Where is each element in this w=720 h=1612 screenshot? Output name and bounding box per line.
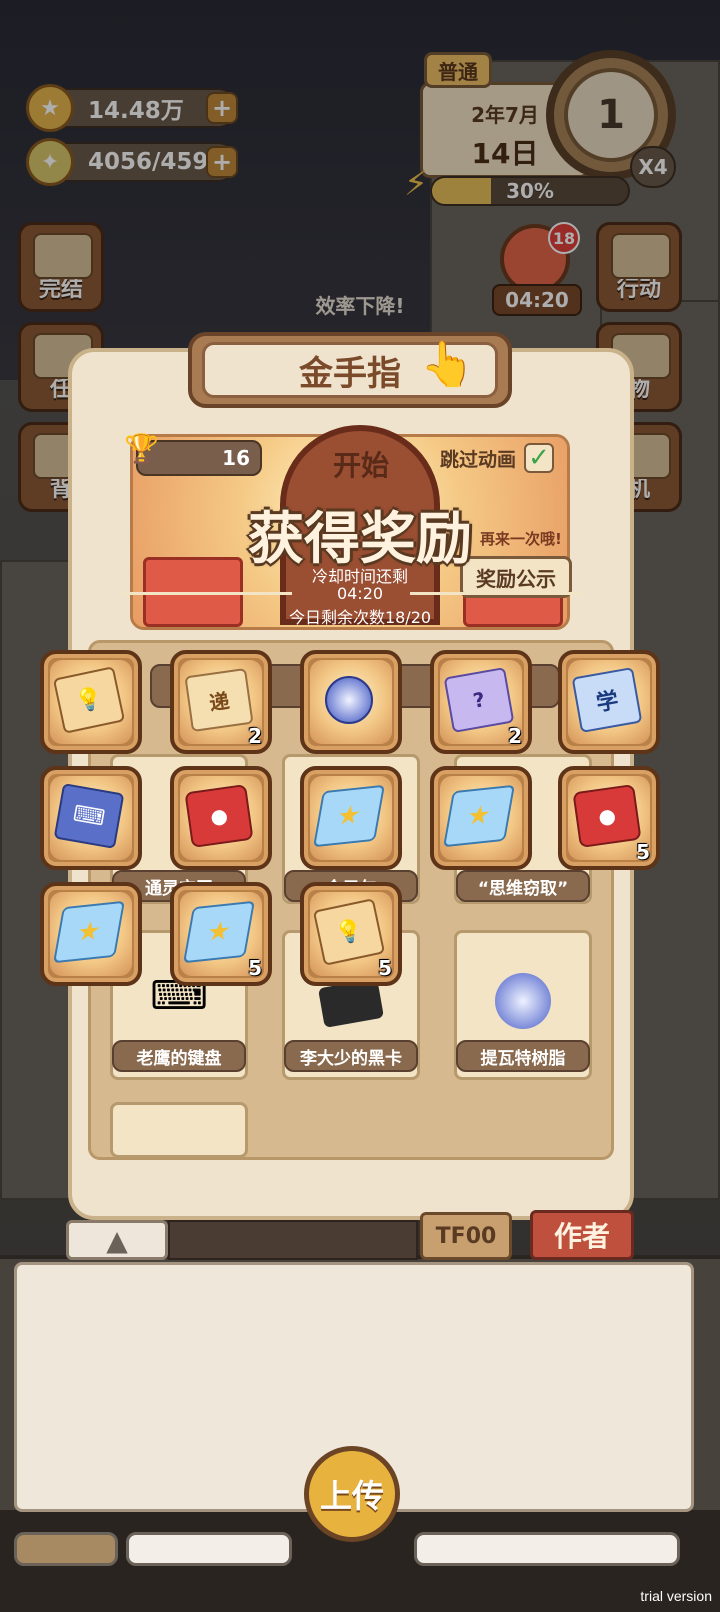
upload-button[interactable]: 上传 [304, 1446, 400, 1542]
cooldown-time: 04:20 [336, 584, 384, 603]
star-ticket-icon: ★ [53, 900, 125, 964]
snack-bag-icon: ● [572, 783, 642, 849]
tab-code[interactable]: TF00 [420, 1212, 512, 1260]
reward-count: 2 [508, 724, 522, 748]
item-card[interactable] [110, 1102, 248, 1158]
bottom-slot-right[interactable] [414, 1532, 680, 1566]
watermark: trial version [640, 1588, 712, 1604]
banner-divider-left [122, 592, 292, 595]
scroll-up-button[interactable]: ▲ [66, 1220, 168, 1260]
reward-item-slot[interactable]: 递2 [170, 650, 272, 754]
bottom-slot-left[interactable] [14, 1532, 118, 1566]
reward-count: 2 [248, 724, 262, 748]
author-tab[interactable]: 作者 [530, 1210, 634, 1260]
bottom-slot-mid[interactable] [126, 1532, 292, 1566]
keyboard-icon: ⌨ [53, 783, 125, 849]
skip-animation-toggle[interactable]: 跳过动画 ✓ [440, 440, 555, 476]
reward-count: 5 [378, 956, 392, 980]
reward-item-slot[interactable]: ? 2 [430, 650, 532, 754]
reward-count: 5 [248, 956, 262, 980]
resin-orb-icon [495, 973, 551, 1029]
item-card-label: “思维窃取” [456, 870, 590, 902]
delivery-ticket-icon: 递 [184, 667, 254, 733]
reward-count: 5 [636, 840, 650, 864]
mystery-ticket-icon: ? [443, 667, 515, 733]
pointing-hand-icon: 👆 [420, 339, 475, 390]
trophy-hand-icon: 🏆 [124, 432, 159, 465]
reward-item-slot[interactable]: ⌨ [40, 766, 142, 870]
reward-item-slot[interactable]: ● [170, 766, 272, 870]
reward-item-slot[interactable]: ★ [40, 882, 142, 986]
start-draw-label: 开始 [332, 449, 389, 482]
item-card-label: 李大少的黑卡 [284, 1040, 418, 1072]
skip-animation-label: 跳过动画 [440, 448, 517, 471]
reward-item-slot[interactable]: 学 [558, 650, 660, 754]
tab-strip [168, 1220, 418, 1260]
upgrade-ticket-icon: 💡 [52, 666, 126, 734]
star-ticket-icon: ★ [183, 900, 255, 964]
reward-item-slot[interactable] [300, 650, 402, 754]
reward-item-slot[interactable]: 💡 [40, 650, 142, 754]
reward-item-slot[interactable]: ● 5 [558, 766, 660, 870]
reward-item-slot[interactable]: 💡 5 [300, 882, 402, 986]
star-ticket-icon: ★ [313, 784, 385, 848]
snack-bag-icon: ● [184, 783, 254, 849]
item-card-label: 老鹰的键盘 [112, 1040, 246, 1072]
remaining-draws: 今日剩余次数18/20 [288, 608, 432, 627]
reward-item-slot[interactable]: ★ 5 [170, 882, 272, 986]
upgrade-ticket-icon: 💡 [312, 898, 386, 966]
reward-item-slot[interactable]: ★ [430, 766, 532, 870]
finger-counter-value: 16 [222, 446, 250, 470]
blue-resin-orb-icon [318, 672, 380, 728]
item-card-label: 提瓦特树脂 [456, 1040, 590, 1072]
study-ticket-icon: 学 [571, 667, 643, 733]
reward-item-slot[interactable]: ★ [300, 766, 402, 870]
star-ticket-icon: ★ [443, 784, 515, 848]
checkbox-checked-icon[interactable]: ✓ [524, 443, 555, 473]
